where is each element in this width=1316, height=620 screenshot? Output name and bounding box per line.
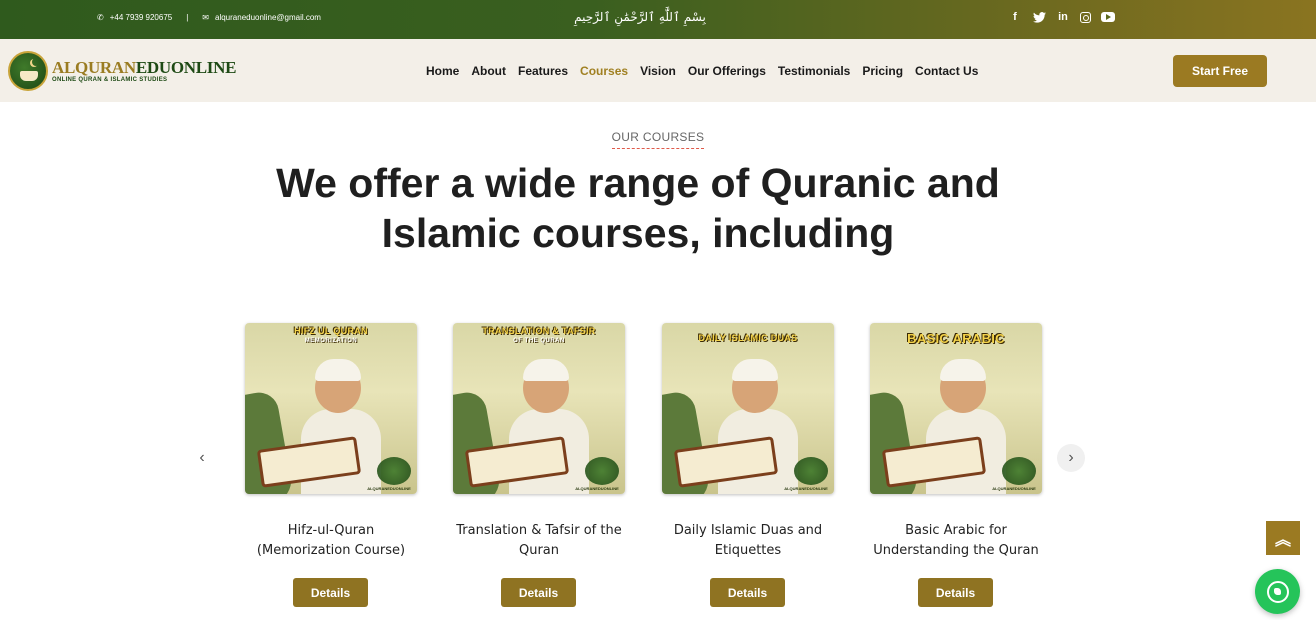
nav-pricing[interactable]: Pricing: [862, 64, 903, 78]
course-image-banner: TRANSLATION & TAFSIR: [482, 326, 596, 336]
course-image[interactable]: ALQURANEDUONLINE DAILY ISLAMIC DUAS: [662, 323, 834, 494]
course-card-duas: ALQURANEDUONLINE DAILY ISLAMIC DUAS Dail…: [662, 323, 834, 607]
brand-name: ALQURANEDUONLINE: [52, 59, 236, 76]
phone-number[interactable]: +44 7939 920675: [110, 13, 173, 22]
image-boy-cap: [940, 359, 986, 381]
course-card-arabic: ALQURANEDUONLINE BASIC ARABIC Basic Arab…: [870, 323, 1042, 607]
brand-tagline: ONLINE QURAN & ISLAMIC STUDIES: [52, 77, 168, 83]
image-logo-seal: [794, 457, 828, 485]
instagram-icon[interactable]: [1080, 11, 1091, 23]
brand-part-2: EDUONLINE: [135, 58, 237, 77]
nav-features[interactable]: Features: [518, 64, 568, 78]
whatsapp-chat-button[interactable]: [1255, 569, 1300, 614]
course-image-subbanner: OF THE QURAN: [513, 338, 565, 344]
site-header: ALQURANEDUONLINE ONLINE QURAN & ISLAMIC …: [0, 39, 1316, 102]
eyebrow-text: OUR COURSES: [611, 130, 705, 149]
scroll-to-top-button[interactable]: ︽: [1266, 521, 1300, 555]
course-image[interactable]: ALQURANEDUONLINE HIFZ UL QURAN MEMORIZAT…: [245, 323, 417, 494]
course-image-subbanner: MEMORIZATION: [304, 338, 358, 344]
section-headline: We offer a wide range of Quranic and Isl…: [276, 160, 1000, 256]
image-logo-seal: [585, 457, 619, 485]
brand-part-1: ALQURAN: [52, 58, 136, 77]
image-boy-cap: [523, 359, 569, 381]
envelope-icon: ✉: [202, 13, 209, 22]
logo-emblem-icon: [8, 51, 48, 91]
nav-about[interactable]: About: [471, 64, 506, 78]
image-boy-cap: [315, 359, 361, 381]
image-watermark: ALQURANEDUONLINE: [992, 486, 1036, 491]
logo-text: ALQURANEDUONLINE ONLINE QURAN & ISLAMIC …: [52, 59, 236, 83]
nav-contact-us[interactable]: Contact Us: [915, 64, 978, 78]
contact-info: ✆ +44 7939 920675 | ✉ alquraneduonline@g…: [97, 13, 321, 22]
course-title[interactable]: Translation & Tafsir of the Quran: [453, 521, 625, 561]
email-address[interactable]: alquraneduonline@gmail.com: [215, 13, 321, 22]
top-bar: ✆ +44 7939 920675 | ✉ alquraneduonline@g…: [0, 0, 1316, 39]
details-button[interactable]: Details: [293, 578, 368, 607]
social-links: f in: [1008, 10, 1115, 24]
course-image[interactable]: ALQURANEDUONLINE TRANSLATION & TAFSIR OF…: [453, 323, 625, 494]
linkedin-icon[interactable]: in: [1056, 10, 1070, 24]
course-card-hifz: ALQURANEDUONLINE HIFZ UL QURAN MEMORIZAT…: [245, 323, 417, 607]
course-image-banner: DAILY ISLAMIC DUAS: [698, 333, 798, 343]
phone-icon: ✆: [97, 13, 104, 22]
course-title[interactable]: Hifz-ul-Quran (Memorization Course): [245, 521, 417, 561]
youtube-icon[interactable]: [1101, 12, 1115, 22]
image-boy-cap: [732, 359, 778, 381]
course-title[interactable]: Daily Islamic Duas and Etiquettes: [662, 521, 834, 561]
separator: |: [186, 13, 189, 22]
carousel-next-button[interactable]: ›: [1057, 444, 1085, 472]
image-watermark: ALQURANEDUONLINE: [367, 486, 411, 491]
course-image-banner: BASIC ARABIC: [907, 331, 1005, 346]
twitter-icon[interactable]: [1032, 10, 1046, 24]
start-free-button[interactable]: Start Free: [1173, 55, 1267, 87]
site-logo[interactable]: ALQURANEDUONLINE ONLINE QURAN & ISLAMIC …: [8, 51, 236, 91]
nav-our-offerings[interactable]: Our Offerings: [688, 64, 766, 78]
details-button[interactable]: Details: [501, 578, 576, 607]
details-button[interactable]: Details: [710, 578, 785, 607]
facebook-icon[interactable]: f: [1008, 10, 1022, 24]
course-image[interactable]: ALQURANEDUONLINE BASIC ARABIC: [870, 323, 1042, 494]
main-nav: Home About Features Courses Vision Our O…: [426, 64, 978, 78]
carousel-prev-button[interactable]: ‹: [188, 444, 216, 472]
image-watermark: ALQURANEDUONLINE: [784, 486, 828, 491]
nav-home[interactable]: Home: [426, 64, 459, 78]
course-title[interactable]: Basic Arabic for Understanding the Quran: [870, 521, 1042, 561]
course-card-translation: ALQURANEDUONLINE TRANSLATION & TAFSIR OF…: [453, 323, 625, 607]
nav-courses[interactable]: Courses: [580, 64, 628, 78]
image-logo-seal: [1002, 457, 1036, 485]
image-logo-seal: [377, 457, 411, 485]
image-watermark: ALQURANEDUONLINE: [575, 486, 619, 491]
nav-testimonials[interactable]: Testimonials: [778, 64, 850, 78]
whatsapp-icon: [1266, 580, 1289, 603]
bismillah-text: بِسْمِ ٱللَّٰهِ ٱلرَّحْمَٰنِ ٱلرَّحِيمِ: [574, 10, 706, 24]
section-eyebrow: OUR COURSES: [0, 130, 1316, 149]
course-image-banner: HIFZ UL QURAN: [294, 326, 368, 336]
nav-vision[interactable]: Vision: [640, 64, 676, 78]
details-button[interactable]: Details: [918, 578, 993, 607]
